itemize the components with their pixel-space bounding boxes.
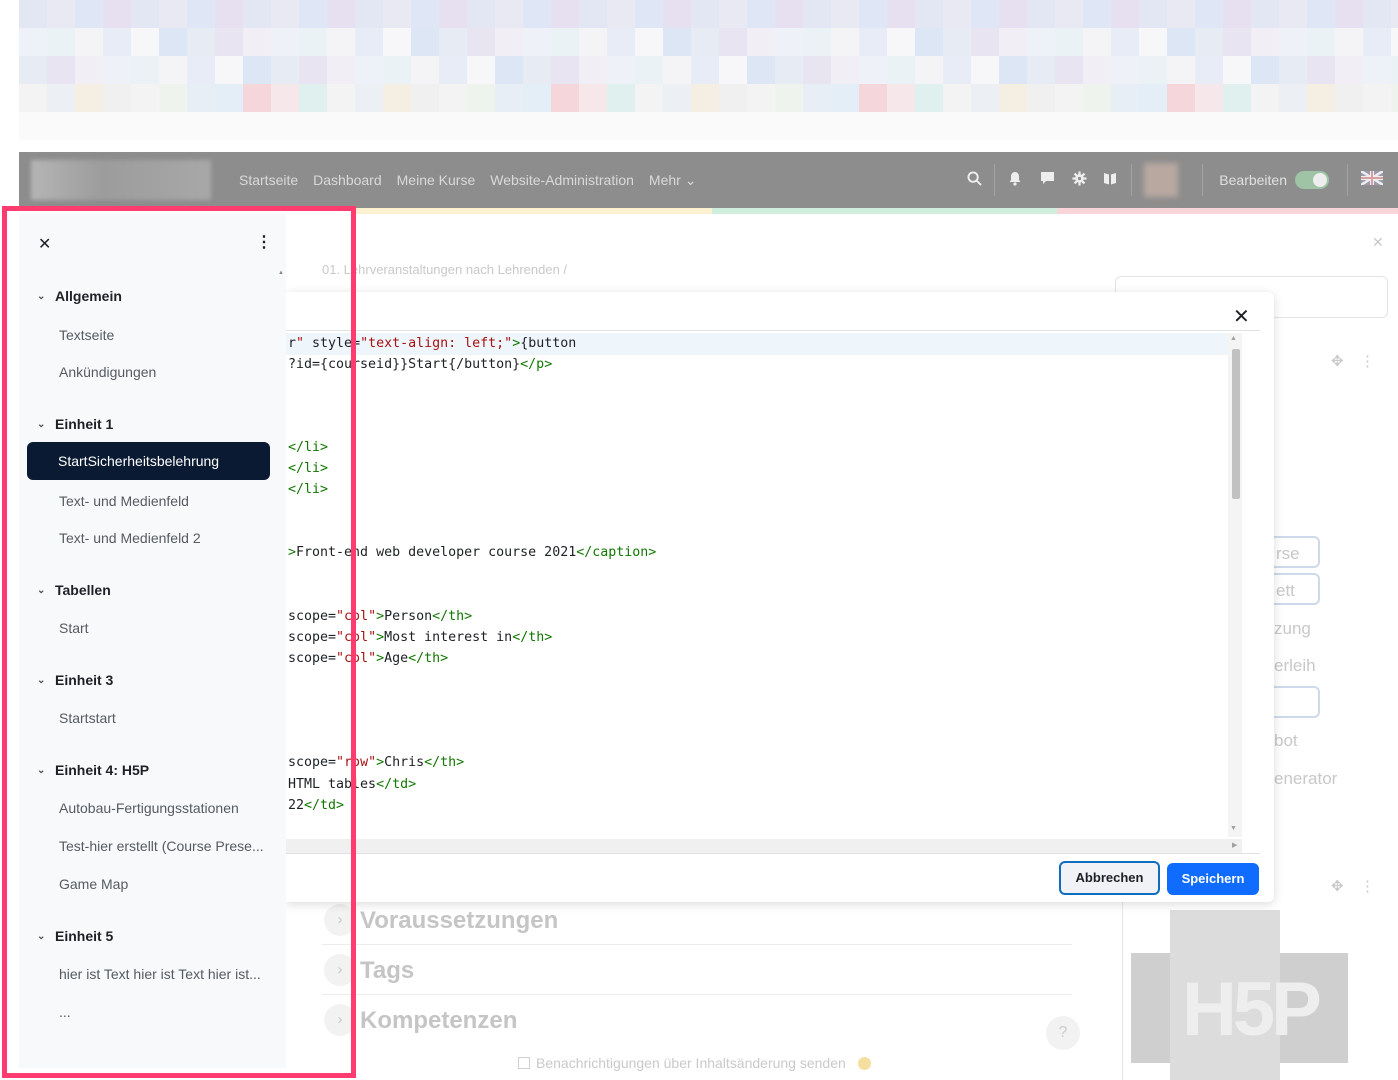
- more-menu-icon[interactable]: ⋮: [1360, 877, 1375, 895]
- site-logo: [31, 160, 211, 200]
- help-icon[interactable]: ?: [1046, 1016, 1080, 1050]
- course-color-bar: [352, 208, 1398, 214]
- close-icon[interactable]: ✕: [1372, 234, 1384, 251]
- gear-icon[interactable]: [1063, 170, 1095, 190]
- scroll-down-icon[interactable]: ▼: [1230, 825, 1237, 832]
- checkbox[interactable]: [518, 1057, 530, 1069]
- divider: [994, 164, 996, 196]
- nav-more[interactable]: Mehr ⌄: [649, 172, 697, 189]
- right-panel-text-4: enerator: [1274, 769, 1338, 788]
- bell-icon[interactable]: [999, 171, 1031, 190]
- top-navbar: Startseite Dashboard Meine Kurse Website…: [19, 152, 1398, 208]
- user-avatar[interactable]: [1144, 163, 1179, 197]
- right-panel-text-3: bot: [1274, 731, 1298, 750]
- blurred-banner: [19, 0, 1398, 152]
- info-icon[interactable]: [857, 1056, 871, 1070]
- save-button[interactable]: Speichern: [1167, 863, 1259, 895]
- chat-icon[interactable]: [1031, 171, 1063, 189]
- cancel-button[interactable]: Abbrechen: [1059, 861, 1160, 895]
- html-editor-modal: ✕ r" style="text-align: left;">{button ?…: [286, 292, 1274, 902]
- scroll-right-icon[interactable]: ▶: [1232, 841, 1237, 849]
- right-panel-text-2: erleih: [1274, 656, 1316, 675]
- move-icon[interactable]: ✥: [1331, 877, 1344, 895]
- highlight-annotation-box: [2, 206, 356, 1078]
- nav-site-admin[interactable]: Website-Administration: [490, 172, 634, 188]
- flag-uk-icon[interactable]: [1356, 169, 1388, 189]
- h5p-logo: H5P: [1182, 967, 1322, 1052]
- code-editor[interactable]: r" style="text-align: left;">{button ?id…: [286, 330, 1260, 854]
- scroll-up-icon[interactable]: ▲: [1230, 335, 1237, 342]
- more-menu-icon[interactable]: ⋮: [1360, 352, 1375, 370]
- divider: [322, 944, 1072, 945]
- divider: [322, 994, 1072, 995]
- nav-home[interactable]: Startseite: [239, 172, 298, 188]
- scrollbar-thumb[interactable]: [1232, 349, 1240, 499]
- edit-mode-label: Bearbeiten: [1219, 172, 1287, 188]
- breadcrumb: 01. Lehrveranstaltungen nach Lehrenden /: [322, 262, 568, 277]
- nav-dashboard[interactable]: Dashboard: [313, 172, 382, 188]
- right-panel-text-1: zung: [1274, 619, 1311, 638]
- move-icon[interactable]: ✥: [1331, 352, 1344, 370]
- section-prerequisites[interactable]: Voraussetzungen: [360, 907, 558, 935]
- search-icon[interactable]: [958, 170, 990, 190]
- primary-navigation: Startseite Dashboard Meine Kurse Website…: [239, 152, 696, 208]
- divider: [1202, 164, 1204, 196]
- nav-more-label: Mehr: [648, 171, 681, 188]
- vertical-scrollbar[interactable]: ▲ ▼: [1228, 333, 1242, 837]
- section-tags[interactable]: Tags: [360, 957, 414, 985]
- divider: [1347, 164, 1348, 196]
- chevron-down-icon: ⌄: [684, 171, 697, 188]
- book-icon[interactable]: [1095, 172, 1127, 189]
- horizontal-scrollbar[interactable]: ▶: [286, 839, 1242, 853]
- nav-my-courses[interactable]: Meine Kurse: [397, 172, 476, 188]
- section-competencies[interactable]: Kompetenzen: [360, 1007, 517, 1035]
- notify-checkbox-row[interactable]: Benachrichtigungen über Inhaltsänderung …: [518, 1055, 871, 1071]
- notify-label: Benachrichtigungen über Inhaltsänderung …: [536, 1055, 846, 1071]
- divider: [1131, 164, 1133, 196]
- close-icon[interactable]: ✕: [1233, 304, 1250, 329]
- edit-mode-toggle[interactable]: [1295, 171, 1329, 189]
